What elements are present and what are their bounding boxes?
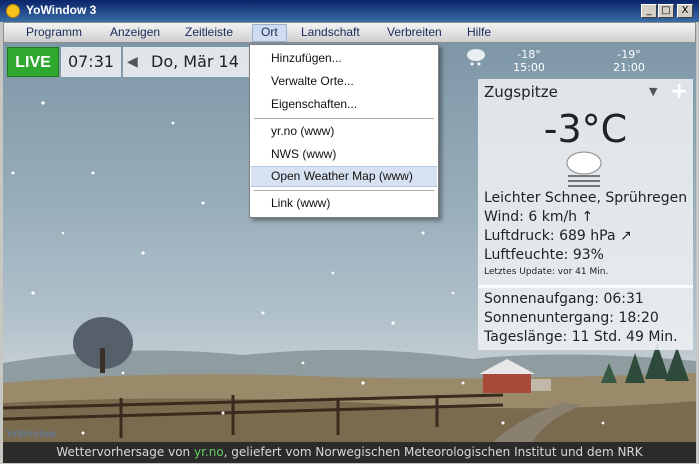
sunrise-row: Sonnenaufgang: 06:31 bbox=[484, 291, 644, 307]
sunrise-value: 06:31 bbox=[603, 291, 644, 307]
previous-day-icon[interactable]: ◀ bbox=[127, 47, 138, 77]
humidity-row: Luftfeuchte: 93% bbox=[484, 247, 604, 263]
footer-credits: Wettervorhersage von yr.no, geliefert vo… bbox=[3, 442, 696, 463]
forecast-slot[interactable]: -18° 15:00 bbox=[504, 48, 554, 74]
daylength-row: Tageslänge: 11 Std. 49 Min. bbox=[484, 329, 678, 345]
current-temperature: -3°C bbox=[543, 107, 628, 151]
menu-programm[interactable]: Programm bbox=[26, 25, 82, 39]
forecast-temp: -19° bbox=[617, 48, 641, 61]
date-label: Do, Mär 14 bbox=[151, 52, 239, 71]
menu-ort[interactable]: Ort bbox=[252, 24, 287, 42]
minimize-button[interactable]: _ bbox=[641, 4, 657, 18]
update-label: Letztes Update: bbox=[484, 267, 555, 277]
menu-item-open-weather-map[interactable]: Open Weather Map (www) bbox=[251, 166, 437, 187]
forecast-temp: -18° bbox=[517, 48, 541, 61]
humidity-value: 93% bbox=[572, 247, 604, 263]
update-row: Letztes Update: vor 41 Min. bbox=[484, 267, 608, 277]
menu-item-link[interactable]: Link (www) bbox=[251, 193, 437, 214]
forecast-time: 15:00 bbox=[513, 61, 545, 74]
pressure-trend-icon: ↗ bbox=[619, 228, 632, 244]
menu-bar: Programm Anzeigen Zeitleiste Ort Landsch… bbox=[3, 22, 696, 43]
wind-row: Wind: 6 km/h ↑ bbox=[484, 209, 593, 225]
humidity-label: Luftfeuchte: bbox=[484, 247, 569, 263]
menu-landschaft[interactable]: Landschaft bbox=[301, 25, 360, 39]
ort-menu-dropdown: Hinzufügen... Verwalte Orte... Eigenscha… bbox=[249, 44, 439, 218]
menu-hilfe[interactable]: Hilfe bbox=[467, 25, 491, 39]
menu-anzeigen[interactable]: Anzeigen bbox=[110, 25, 160, 39]
sunset-row: Sonnenuntergang: 18:20 bbox=[484, 310, 659, 326]
pressure-row: Luftdruck: 689 hPa ↗ bbox=[484, 228, 632, 244]
snow-cloud-icon bbox=[566, 151, 602, 187]
close-button[interactable]: X bbox=[677, 4, 693, 18]
forecast-slot[interactable]: -19° 21:00 bbox=[604, 48, 654, 74]
current-time: 07:31 bbox=[61, 47, 121, 77]
menu-verbreiten[interactable]: Verbreiten bbox=[387, 25, 442, 39]
wind-direction-icon: ↑ bbox=[581, 209, 594, 225]
footer-prefix: Wettervorhersage von bbox=[56, 445, 194, 459]
menu-separator bbox=[254, 190, 434, 191]
sunset-value: 18:20 bbox=[618, 310, 659, 326]
dropdown-arrow-icon[interactable]: ▼ bbox=[649, 85, 663, 99]
menu-item-nws[interactable]: NWS (www) bbox=[251, 144, 437, 165]
snow-cloud-icon bbox=[467, 49, 485, 66]
barn bbox=[531, 379, 551, 391]
menu-item-add[interactable]: Hinzufügen... bbox=[251, 48, 437, 69]
menu-item-properties[interactable]: Eigenschaften... bbox=[251, 94, 437, 115]
maximize-button[interactable]: □ bbox=[658, 4, 674, 18]
menu-zeitleiste[interactable]: Zeitleiste bbox=[185, 25, 233, 39]
forecast-time: 21:00 bbox=[613, 61, 645, 74]
brand-watermark[interactable]: YoWindow bbox=[6, 429, 56, 440]
window-title: YoWindow 3 bbox=[26, 3, 97, 17]
menu-item-yr-no[interactable]: yr.no (www) bbox=[251, 121, 437, 142]
update-value: vor 41 Min. bbox=[557, 267, 609, 277]
title-bar[interactable]: YoWindow 3 _ □ X bbox=[0, 0, 699, 22]
daylength-value: 11 Std. 49 Min. bbox=[571, 329, 678, 345]
daylength-label: Tageslänge: bbox=[484, 329, 568, 345]
footer-source-link[interactable]: yr.no bbox=[194, 445, 224, 459]
footer-suffix: , geliefert vom Norwegischen Meteorologi… bbox=[223, 445, 643, 459]
add-location-icon[interactable]: + bbox=[670, 79, 688, 104]
app-window: YoWindow 3 _ □ X Programm Anzeigen Zeitl… bbox=[0, 0, 699, 464]
pressure-label: Luftdruck: bbox=[484, 228, 555, 244]
sunset-label: Sonnenuntergang: bbox=[484, 310, 614, 326]
tree-trunk bbox=[100, 348, 105, 373]
menu-item-manage-locations[interactable]: Verwalte Orte... bbox=[251, 71, 437, 92]
sun-app-icon bbox=[6, 4, 20, 18]
house-wall bbox=[483, 373, 531, 393]
weather-panel: Zugspitze ▼ + -3°C Leichter Schnee, Sprü… bbox=[478, 79, 693, 350]
menu-separator bbox=[254, 118, 434, 119]
wind-label: Wind: bbox=[484, 209, 524, 225]
pressure-value: 689 hPa bbox=[559, 228, 616, 244]
sunrise-label: Sonnenaufgang: bbox=[484, 291, 600, 307]
wind-value: 6 km/h bbox=[528, 209, 578, 225]
location-name[interactable]: Zugspitze bbox=[484, 83, 558, 101]
live-button[interactable]: LIVE bbox=[7, 47, 59, 77]
divider bbox=[478, 285, 693, 288]
date-selector[interactable]: ◀ Do, Mär 14 bbox=[123, 47, 251, 77]
weather-description: Leichter Schnee, Sprühregen bbox=[484, 190, 688, 206]
